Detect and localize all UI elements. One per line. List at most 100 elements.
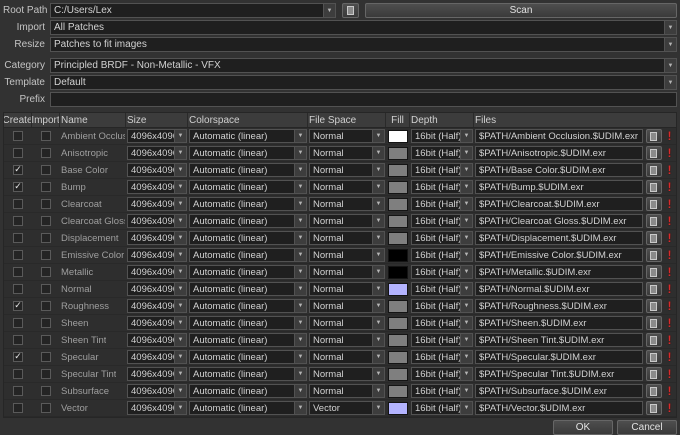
colorspace-select[interactable]: Automatic (linear) ▼ <box>189 333 307 347</box>
import-checkbox[interactable] <box>41 233 51 243</box>
create-checkbox[interactable] <box>13 233 23 243</box>
file-space-select[interactable]: Normal ▼ <box>309 146 385 160</box>
browse-file-button[interactable] <box>646 316 662 330</box>
fill-color-swatch[interactable] <box>388 232 408 245</box>
file-path-input[interactable] <box>475 401 643 415</box>
file-path-input[interactable] <box>475 129 643 143</box>
colorspace-select[interactable]: Automatic (linear) ▼ <box>189 384 307 398</box>
create-checkbox[interactable] <box>13 131 23 141</box>
depth-select[interactable]: 16bit (Half) ▼ <box>411 333 473 347</box>
browse-file-button[interactable] <box>646 384 662 398</box>
colorspace-select[interactable]: Automatic (linear) ▼ <box>189 214 307 228</box>
depth-select[interactable]: 16bit (Half) ▼ <box>411 367 473 381</box>
size-select[interactable]: 4096x4096 ▼ <box>127 316 187 330</box>
fill-color-swatch[interactable] <box>388 266 408 279</box>
fill-color-swatch[interactable] <box>388 300 408 313</box>
colorspace-select[interactable]: Automatic (linear) ▼ <box>189 146 307 160</box>
fill-color-swatch[interactable] <box>388 164 408 177</box>
file-space-select[interactable]: Normal ▼ <box>309 231 385 245</box>
file-path-input[interactable] <box>475 350 643 364</box>
import-checkbox[interactable] <box>41 182 51 192</box>
colorspace-select[interactable]: Automatic (linear) ▼ <box>189 350 307 364</box>
create-checkbox[interactable] <box>13 335 23 345</box>
file-space-select[interactable]: Normal ▼ <box>309 180 385 194</box>
fill-color-swatch[interactable] <box>388 147 408 160</box>
colorspace-select[interactable]: Automatic (linear) ▼ <box>189 367 307 381</box>
size-select[interactable]: 4096x4096 ▼ <box>127 350 187 364</box>
import-checkbox[interactable] <box>41 216 51 226</box>
file-path-input[interactable] <box>475 248 643 262</box>
size-select[interactable]: 4096x4096 ▼ <box>127 163 187 177</box>
file-space-select[interactable]: Normal ▼ <box>309 350 385 364</box>
create-checkbox[interactable] <box>13 165 23 175</box>
import-checkbox[interactable] <box>41 369 51 379</box>
depth-select[interactable]: 16bit (Half) ▼ <box>411 316 473 330</box>
fill-color-swatch[interactable] <box>388 351 408 364</box>
fill-color-swatch[interactable] <box>388 198 408 211</box>
file-space-select[interactable]: Vector ▼ <box>309 401 385 415</box>
import-checkbox[interactable] <box>41 284 51 294</box>
import-checkbox[interactable] <box>41 131 51 141</box>
depth-select[interactable]: 16bit (Half) ▼ <box>411 180 473 194</box>
create-checkbox[interactable] <box>13 216 23 226</box>
import-checkbox[interactable] <box>41 199 51 209</box>
file-path-input[interactable] <box>475 163 643 177</box>
browse-file-button[interactable] <box>646 180 662 194</box>
file-space-select[interactable]: Normal ▼ <box>309 163 385 177</box>
import-checkbox[interactable] <box>41 165 51 175</box>
create-checkbox[interactable] <box>13 182 23 192</box>
fill-color-swatch[interactable] <box>388 402 408 415</box>
size-select[interactable]: 4096x4096 ▼ <box>127 231 187 245</box>
file-path-input[interactable] <box>475 146 643 160</box>
browse-file-button[interactable] <box>646 282 662 296</box>
import-checkbox[interactable] <box>41 386 51 396</box>
browse-file-button[interactable] <box>646 350 662 364</box>
file-path-input[interactable] <box>475 333 643 347</box>
import-checkbox[interactable] <box>41 352 51 362</box>
file-path-input[interactable] <box>475 299 643 313</box>
file-path-input[interactable] <box>475 197 643 211</box>
depth-select[interactable]: 16bit (Half) ▼ <box>411 299 473 313</box>
file-space-select[interactable]: Normal ▼ <box>309 384 385 398</box>
size-select[interactable]: 4096x4096 ▼ <box>127 129 187 143</box>
create-checkbox[interactable] <box>13 284 23 294</box>
size-select[interactable]: 4096x4096 ▼ <box>127 146 187 160</box>
size-select[interactable]: 4096x4096 ▼ <box>127 197 187 211</box>
depth-select[interactable]: 16bit (Half) ▼ <box>411 129 473 143</box>
colorspace-select[interactable]: Automatic (linear) ▼ <box>189 401 307 415</box>
depth-select[interactable]: 16bit (Half) ▼ <box>411 197 473 211</box>
file-path-input[interactable] <box>475 316 643 330</box>
size-select[interactable]: 4096x4096 ▼ <box>127 180 187 194</box>
size-select[interactable]: 4096x4096 ▼ <box>127 282 187 296</box>
file-space-select[interactable]: Normal ▼ <box>309 333 385 347</box>
import-checkbox[interactable] <box>41 403 51 413</box>
file-space-select[interactable]: Normal ▼ <box>309 367 385 381</box>
file-space-select[interactable]: Normal ▼ <box>309 299 385 313</box>
file-space-select[interactable]: Normal ▼ <box>309 197 385 211</box>
browse-file-button[interactable] <box>646 163 662 177</box>
colorspace-select[interactable]: Automatic (linear) ▼ <box>189 265 307 279</box>
fill-color-swatch[interactable] <box>388 249 408 262</box>
colorspace-select[interactable]: Automatic (linear) ▼ <box>189 129 307 143</box>
depth-select[interactable]: 16bit (Half) ▼ <box>411 401 473 415</box>
root-path-combo[interactable]: ▼ <box>50 3 336 18</box>
file-path-input[interactable] <box>475 282 643 296</box>
file-path-input[interactable] <box>475 214 643 228</box>
fill-color-swatch[interactable] <box>388 317 408 330</box>
depth-select[interactable]: 16bit (Half) ▼ <box>411 248 473 262</box>
colorspace-select[interactable]: Automatic (linear) ▼ <box>189 282 307 296</box>
file-space-select[interactable]: Normal ▼ <box>309 265 385 279</box>
size-select[interactable]: 4096x4096 ▼ <box>127 367 187 381</box>
browse-file-button[interactable] <box>646 265 662 279</box>
root-path-input[interactable] <box>51 4 323 17</box>
import-select[interactable]: All Patches ▼ <box>50 20 677 35</box>
file-path-input[interactable] <box>475 367 643 381</box>
fill-color-swatch[interactable] <box>388 181 408 194</box>
scan-button[interactable]: Scan <box>365 3 677 18</box>
browse-file-button[interactable] <box>646 197 662 211</box>
create-checkbox[interactable] <box>13 352 23 362</box>
colorspace-select[interactable]: Automatic (linear) ▼ <box>189 163 307 177</box>
size-select[interactable]: 4096x4096 ▼ <box>127 214 187 228</box>
browse-file-button[interactable] <box>646 333 662 347</box>
size-select[interactable]: 4096x4096 ▼ <box>127 401 187 415</box>
